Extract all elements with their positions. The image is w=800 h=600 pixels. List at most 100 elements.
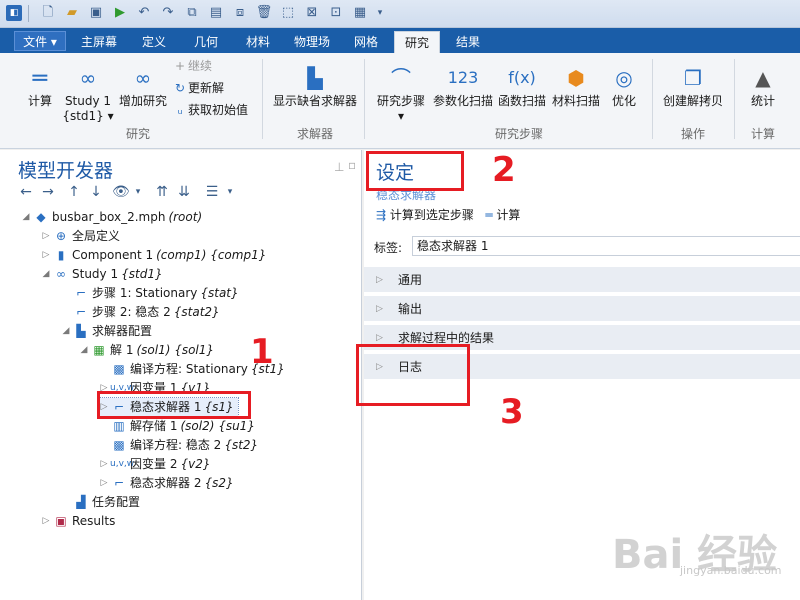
run-icon[interactable]: ▶	[112, 5, 128, 21]
tree-node-label: 解存储 1	[130, 419, 178, 433]
tab-study[interactable]: 研究	[394, 31, 440, 53]
tree-node-solution-store[interactable]: ▥ 解存储 1 (sol2) {su1}	[98, 417, 255, 435]
zoom-icon[interactable]: ⊠	[304, 5, 320, 21]
build-icon[interactable]: ⊡	[328, 5, 344, 21]
tree-node-dependent-variables-2[interactable]: ▷ u,v,w 因变量 2 {v2}	[98, 455, 211, 473]
tab-physics[interactable]: 物理场	[288, 31, 336, 53]
redo-icon[interactable]: ↷	[160, 5, 176, 21]
tree-node-solver-configurations[interactable]: ◢ ▙ 求解器配置	[60, 322, 152, 340]
tab-geometry[interactable]: 几何	[184, 31, 228, 53]
file-menu-button[interactable]: 文件 ▾	[14, 31, 66, 51]
study-label: Study 1	[64, 94, 112, 108]
section-output[interactable]: ▷ 输出	[364, 296, 800, 322]
tree-node-solution1[interactable]: ◢ ▦ 解 1 (sol1) {sol1}	[78, 341, 215, 359]
tree-node-compile-equations-2[interactable]: ▩ 编译方程: 稳态 2 {st2}	[98, 436, 258, 454]
collapse-all-icon[interactable]: ⇈	[154, 184, 170, 200]
label-field[interactable]: 稳态求解器 1	[412, 236, 800, 256]
get-initial-button[interactable]: ᵤ 获取初始值	[172, 102, 248, 118]
function-icon: f(x)	[508, 68, 536, 87]
material-icon: ⬢	[567, 66, 585, 90]
expand-icon: ▷	[376, 275, 383, 285]
compute-to-selected-button[interactable]: ⇶ 计算到选定步骤	[376, 208, 474, 222]
ribbon-divider	[364, 59, 365, 139]
expand-icon[interactable]: ▷	[98, 474, 110, 492]
annotation-number-1: 1	[250, 332, 274, 372]
delete-icon[interactable]: 🗑	[256, 5, 273, 21]
window-icon[interactable]: ▦	[352, 5, 368, 21]
undo-icon[interactable]: ↶	[136, 5, 152, 21]
label-caption: 标签:	[374, 241, 403, 255]
compute-button[interactable]: ═ 计算	[20, 65, 60, 109]
expand-icon[interactable]: ▷	[40, 246, 52, 264]
new-file-icon[interactable]: 🗋	[40, 5, 56, 21]
tree-node-label: 任务配置	[92, 495, 141, 509]
paste-icon[interactable]: ▤	[208, 5, 224, 21]
chevron-down-icon[interactable]: ▾	[222, 184, 238, 200]
back-icon[interactable]: ←	[18, 184, 34, 200]
expand-icon[interactable]: ▷	[40, 512, 52, 530]
continue-button[interactable]: + 继续	[172, 58, 212, 74]
optimization-button[interactable]: ◎ 优化	[604, 65, 644, 109]
tree-node-root[interactable]: ◢ ◆ busbar_box_2.mph (root)	[20, 208, 203, 226]
tree-node-results[interactable]: ▷ ▣ Results	[40, 512, 116, 530]
collapse-icon[interactable]: ◢	[40, 265, 52, 283]
func-sweep-button[interactable]: f(x) 函数扫描	[496, 65, 548, 109]
param-sweep-button[interactable]: 123 参数化扫描	[432, 65, 494, 109]
statistics-button[interactable]: ▲ 统计	[742, 65, 784, 109]
move-down-icon[interactable]: ↓	[88, 184, 104, 200]
copy-solution-icon: ❐	[684, 66, 702, 90]
list-view-icon[interactable]: ☰	[204, 184, 220, 200]
tab-results[interactable]: 结果	[446, 31, 490, 53]
collapse-icon[interactable]: ◢	[20, 208, 32, 226]
tab-mesh[interactable]: 网格	[344, 31, 388, 53]
tree-node-step1[interactable]: ⌐ 步骤 1: Stationary {stat}	[60, 284, 239, 302]
chevron-down-icon[interactable]: ▾	[372, 5, 388, 21]
param-sweep-label: 参数化扫描	[432, 94, 493, 108]
open-folder-icon[interactable]: ▰	[64, 5, 80, 21]
toolbar-divider	[28, 5, 29, 22]
material-sweep-button[interactable]: ⬢ 材料扫描	[550, 65, 602, 109]
duplicate-icon[interactable]: ⧈	[232, 5, 248, 21]
tab-home[interactable]: 主屏幕	[74, 31, 124, 53]
chevron-down-icon[interactable]: ▾	[130, 184, 146, 200]
compute-to-selected-label: 计算到选定步骤	[389, 208, 474, 222]
pin-icon[interactable]: ⊥	[334, 160, 344, 174]
tab-definitions[interactable]: 定义	[132, 31, 176, 53]
globe-icon: ⊕	[55, 229, 67, 243]
tree-node-component[interactable]: ▷ ▮ Component 1 (comp1) {comp1}	[40, 246, 267, 264]
tree-node-job-configurations[interactable]: ▟ 任务配置	[60, 493, 140, 511]
quick-access-toolbar: ◧ 🗋 ▰ ▣ ▶ ↶ ↷ ⧉ ▤ ⧈ 🗑 ⬚ ⊠ ⊡ ▦ ▾	[0, 0, 800, 28]
forward-icon[interactable]: →	[40, 184, 56, 200]
study-button[interactable]: ∞ Study 1 {std1} ▾	[62, 65, 114, 124]
stationary-step-icon: ⌐	[75, 286, 87, 300]
section-label: 输出	[398, 302, 423, 316]
tree-node-step2[interactable]: ⌐ 步骤 2: 稳态 2 {stat2}	[60, 303, 220, 321]
expand-icon[interactable]: ▷	[40, 227, 52, 245]
settings-compute-button[interactable]: ═ 计算	[485, 208, 520, 222]
collapse-icon[interactable]: ◢	[78, 341, 90, 359]
study-steps-button[interactable]: ⌒ 研究步骤 ▾	[372, 65, 430, 124]
show-icon[interactable]: 👁	[112, 184, 130, 200]
app-icon[interactable]: ◧	[6, 5, 22, 21]
expand-all-icon[interactable]: ⇊	[176, 184, 192, 200]
tab-materials[interactable]: 材料	[236, 31, 280, 53]
tree-node-stationary-solver-2[interactable]: ▷ ⌐ 稳态求解器 2 {s2}	[98, 474, 234, 492]
compute-icon: ═	[485, 208, 493, 222]
tree-node-label: 解 1	[110, 343, 134, 357]
tree-node-study[interactable]: ◢ ∞ Study 1 {std1}	[40, 265, 163, 283]
expand-icon[interactable]: ▷	[98, 455, 110, 473]
close-icon[interactable]: ▫	[348, 158, 356, 172]
update-solution-button[interactable]: ↻ 更新解	[172, 80, 224, 96]
tree-node-label: busbar_box_2.mph	[52, 210, 166, 224]
save-icon[interactable]: ▣	[88, 5, 104, 21]
add-study-button[interactable]: ∞ 增加研究	[116, 65, 170, 109]
select-icon[interactable]: ⬚	[280, 5, 296, 21]
create-solution-copy-button[interactable]: ❐ 创建解拷贝	[658, 65, 728, 109]
create-copy-label: 创建解拷贝	[662, 94, 723, 108]
tree-node-global-definitions[interactable]: ▷ ⊕ 全局定义	[40, 227, 120, 245]
show-default-solver-button[interactable]: ▙ 显示缺省求解器	[268, 65, 362, 109]
collapse-icon[interactable]: ◢	[60, 322, 72, 340]
section-general[interactable]: ▷ 通用	[364, 267, 800, 293]
copy-icon[interactable]: ⧉	[184, 5, 200, 21]
move-up-icon[interactable]: ↑	[66, 184, 82, 200]
